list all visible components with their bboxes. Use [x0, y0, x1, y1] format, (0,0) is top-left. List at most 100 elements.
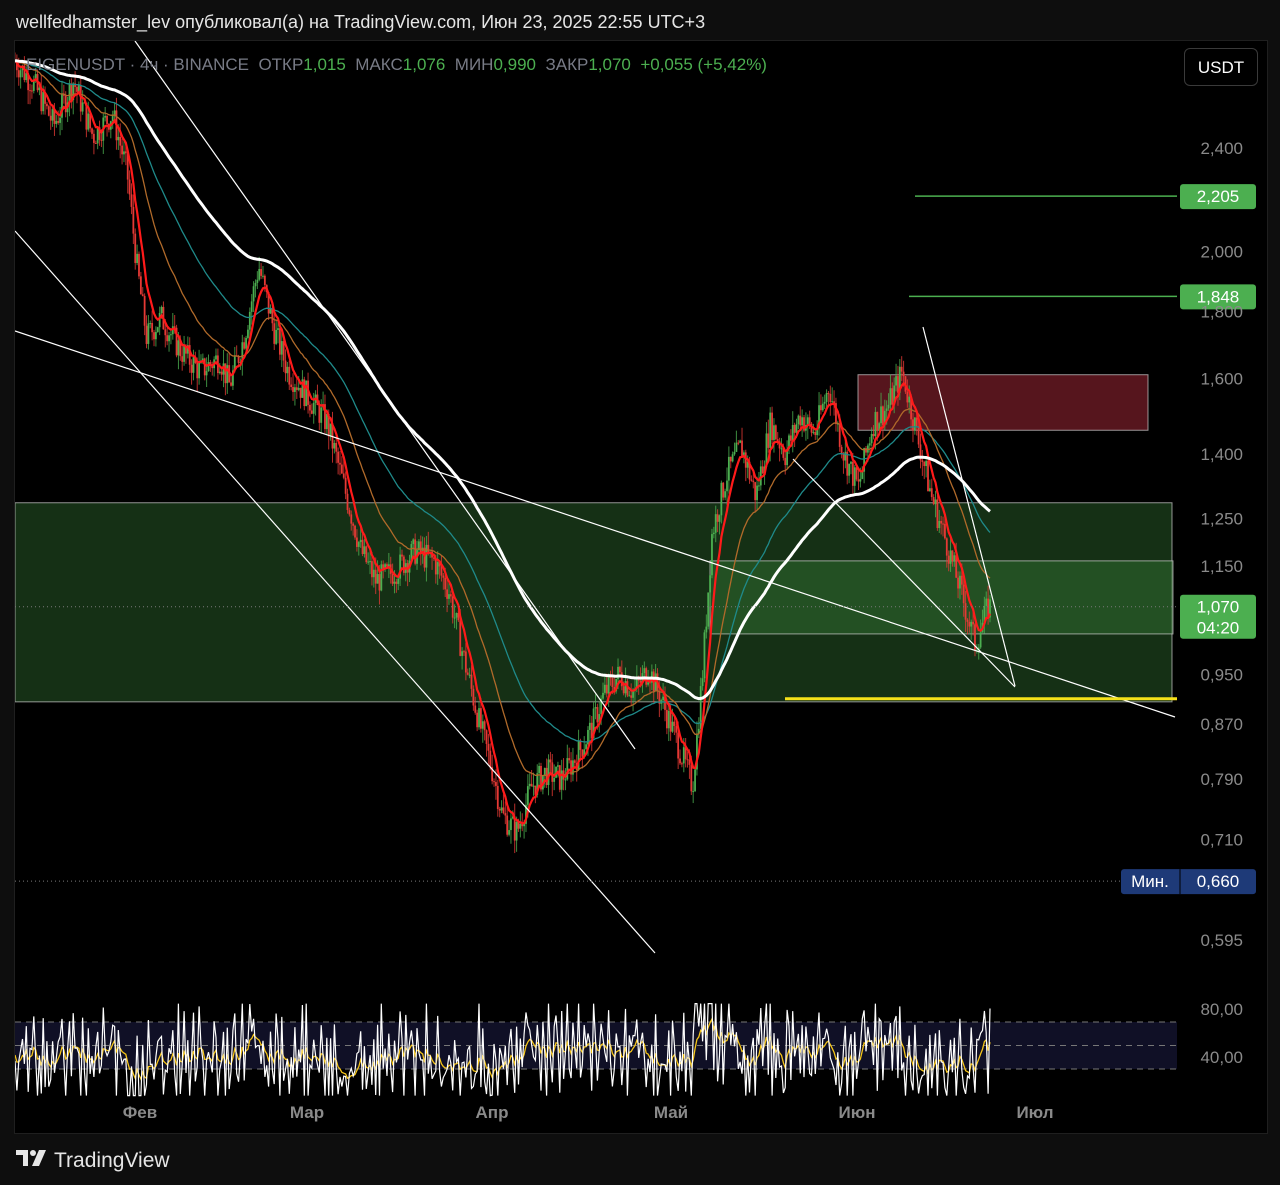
candle-body [380, 564, 383, 591]
candle-body [895, 376, 897, 386]
legend-symbol[interactable]: EIGENUSDT [26, 55, 125, 74]
x-tick-label: Май [654, 1103, 688, 1122]
candle-body [335, 442, 338, 452]
candle-body [942, 523, 944, 525]
candle-body [797, 415, 800, 425]
candle-body [962, 584, 965, 604]
candle-body [320, 407, 323, 423]
candle-body [868, 443, 871, 446]
price-chart[interactable]: 2,2051,8482,4002,0001,8001,6001,4001,250… [15, 41, 1267, 1133]
publisher-header: wellfedhamster_lev опубликовал(а) на Tra… [16, 12, 706, 32]
candle-body [414, 539, 417, 564]
candle-body [913, 417, 916, 431]
candle-body [848, 463, 851, 476]
candle-body [342, 473, 345, 478]
min-price-title: Мин. [1131, 872, 1169, 891]
candle-body [921, 460, 924, 462]
candle-body [59, 117, 61, 123]
candle-body [703, 632, 706, 679]
candle-body [472, 688, 475, 706]
candle-body [891, 388, 894, 405]
y-tick-label: 1,600 [1200, 369, 1243, 388]
candle-body [280, 341, 283, 355]
y-tick-label: 1,800 [1200, 302, 1243, 321]
candle-body [549, 759, 552, 763]
candle-body [844, 451, 847, 461]
candle-body [468, 674, 471, 676]
candle-body [134, 233, 137, 263]
candle-body [357, 542, 360, 547]
candle-body [440, 566, 443, 576]
candle-body [166, 335, 169, 342]
chart-panel[interactable]: 2,205 1,848 2,400 2,000 1,800 1,600 1,400 1,250… [14, 40, 1268, 1134]
candle-body [42, 92, 45, 112]
candle-body [344, 477, 347, 494]
y-tick-label: 1,400 [1200, 445, 1243, 464]
footer-brand[interactable]: TradingView [16, 1148, 170, 1174]
candle-body [829, 393, 832, 402]
candle-body [359, 539, 362, 543]
candle-body [224, 363, 227, 384]
y-tick-label: 0,870 [1200, 715, 1243, 734]
candle-body [694, 769, 696, 792]
candle-body [119, 136, 122, 146]
candle-body [951, 550, 954, 562]
candle-body [791, 425, 794, 441]
candle-body [579, 740, 582, 750]
legend-exchange: BINANCE [173, 55, 249, 74]
candle-body [968, 621, 971, 627]
candle-body [87, 113, 90, 130]
candle-body [705, 626, 708, 633]
candle-body [716, 514, 719, 522]
candle-body [517, 822, 520, 829]
candle-body [46, 103, 48, 107]
candle-body [568, 758, 571, 761]
candle-body [49, 115, 52, 121]
candle-body [309, 404, 311, 411]
candle-body [295, 387, 298, 390]
candle-body [372, 569, 375, 578]
candle-body [286, 366, 289, 374]
candle-body [945, 538, 948, 556]
legend-low-label: МИН [454, 55, 494, 74]
candle-body [831, 401, 834, 403]
symbol-legend: EIGENUSDT · 4ч · BINANCE ОТКР1,015 МАКС1… [26, 55, 767, 74]
candle-body [709, 575, 711, 593]
candle-body [874, 411, 877, 437]
rsi-tick-label: 80,00 [1200, 1000, 1243, 1019]
candle-body [972, 621, 974, 625]
candle-body [51, 109, 54, 121]
candle-body [297, 387, 300, 390]
candle-body [151, 323, 154, 333]
candle-body [944, 523, 946, 539]
candle-body [284, 360, 287, 374]
candle-body [288, 366, 291, 385]
candle-body [463, 651, 465, 653]
candle-body [312, 402, 315, 414]
candle-body [156, 327, 159, 332]
candle-body [917, 426, 920, 445]
legend-high-label: МАКС [355, 55, 403, 74]
candle-body [960, 575, 963, 585]
candle-body [553, 777, 556, 782]
candle-body [434, 558, 437, 575]
candle-body [464, 651, 467, 673]
candle-body [682, 747, 685, 764]
legend-open-label: ОТКР [258, 55, 304, 74]
candle-body [132, 206, 135, 234]
candle-body [727, 456, 730, 481]
y-tick-label: 0,950 [1200, 665, 1243, 684]
candle-body [701, 678, 704, 687]
candle-body [508, 830, 510, 835]
y-tick-label: 0,710 [1200, 831, 1243, 850]
candle-body [934, 499, 937, 505]
candle-body [820, 405, 822, 411]
resistance-zone [857, 374, 1149, 431]
candle-body [853, 467, 856, 486]
candle-body [970, 621, 973, 627]
candle-body [799, 415, 802, 426]
y-tick-label: 2,400 [1200, 139, 1243, 158]
candle-body [449, 594, 452, 597]
candle-body [774, 425, 777, 440]
currency-button[interactable]: USDT [1184, 48, 1258, 86]
